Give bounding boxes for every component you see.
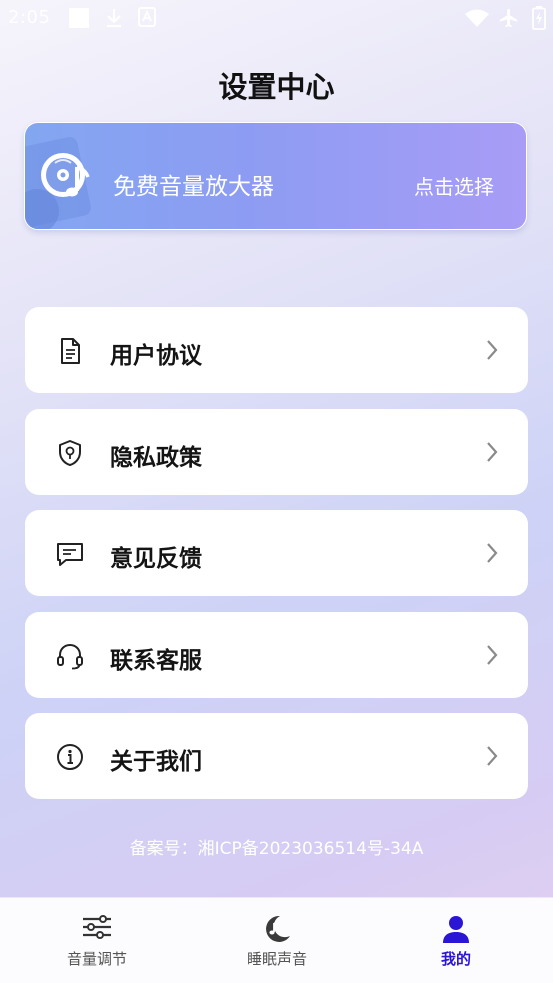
nav-tab-label: 睡眠声音	[246, 950, 307, 968]
airplane-icon	[499, 8, 518, 28]
battery-icon	[532, 6, 546, 30]
user-icon	[443, 916, 469, 943]
download-icon	[107, 9, 121, 28]
feedback-icon	[57, 543, 83, 566]
notification-square-icon	[69, 8, 89, 28]
status-time: 2:05	[8, 7, 51, 28]
bottom-nav: 音量调节 睡眠声音 我的	[0, 897, 553, 983]
status-bar: 2:05	[0, 0, 553, 38]
menu-item-label: 关于我们	[110, 749, 202, 775]
chevron-right-icon	[487, 441, 498, 462]
moon-icon	[266, 915, 290, 942]
page-title: 设置中心	[218, 70, 335, 104]
menu-item-label: 用户协议	[110, 343, 202, 369]
music-disc-icon	[25, 137, 91, 229]
menu-item-about-us[interactable]: 关于我们	[25, 713, 528, 799]
banner-select-button[interactable]: 点击选择	[414, 171, 494, 200]
icp-record-text: 备案号：湘ICP备2023036514号-34A	[129, 839, 424, 859]
headset-icon	[57, 643, 83, 669]
sliders-icon	[83, 915, 111, 939]
app-notification-icon	[138, 7, 156, 27]
nav-tab-mine[interactable]: 我的	[364, 898, 548, 983]
nav-tab-label: 音量调节	[66, 950, 127, 968]
chevron-right-icon	[487, 644, 498, 665]
menu-item-feedback[interactable]: 意见反馈	[25, 510, 528, 596]
nav-tab-sleep-sounds[interactable]: 睡眠声音	[185, 898, 369, 983]
settings-menu: 用户协议 隐私政策 意见反馈 联系客服 关于我们	[25, 307, 528, 815]
wifi-icon	[465, 9, 489, 27]
volume-booster-banner[interactable]: 免费音量放大器 点击选择	[24, 122, 527, 230]
shield-icon	[59, 439, 81, 466]
menu-item-privacy-policy[interactable]: 隐私政策	[25, 408, 528, 495]
menu-item-label: 意见反馈	[110, 546, 202, 572]
banner-label: 免费音量放大器	[113, 174, 274, 200]
menu-item-customer-service[interactable]: 联系客服	[25, 611, 528, 698]
menu-item-user-agreement[interactable]: 用户协议	[25, 307, 528, 393]
menu-item-label: 联系客服	[110, 647, 202, 674]
chevron-right-icon	[487, 746, 498, 766]
chevron-right-icon	[487, 543, 498, 563]
nav-tab-volume[interactable]: 音量调节	[5, 898, 189, 983]
info-icon	[57, 744, 83, 770]
nav-tab-label: 我的	[440, 950, 471, 968]
menu-item-label: 隐私政策	[110, 444, 202, 471]
chevron-right-icon	[487, 340, 498, 360]
document-icon	[61, 338, 80, 364]
